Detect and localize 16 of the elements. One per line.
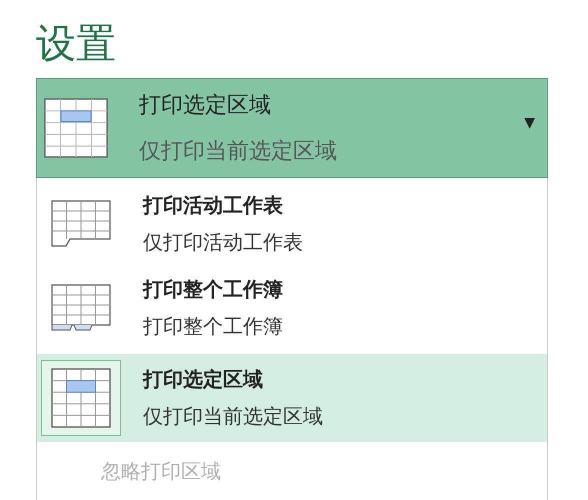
dropdown-subtitle: 仅打印当前选定区域 <box>139 138 337 166</box>
option-title: 打印选定区域 <box>143 366 263 393</box>
option-description: 仅打印当前选定区域 <box>143 403 323 430</box>
spreadsheet-selection-icon <box>43 98 109 158</box>
option-title: 打印整个工作簿 <box>143 276 283 303</box>
spreadsheet-selection-icon <box>50 367 112 429</box>
section-heading: 设置 <box>36 20 116 69</box>
menu-option[interactable]: 打印活动工作表 仅打印活动工作表 <box>37 182 547 266</box>
option-description: 仅打印活动工作表 <box>143 229 303 256</box>
option-title: 打印活动工作表 <box>143 192 283 219</box>
menu-option[interactable]: 打印选定区域 仅打印当前选定区域 <box>37 354 547 442</box>
option-description: 打印整个工作簿 <box>143 313 283 340</box>
dropdown-title: 打印选定区域 <box>139 92 271 120</box>
print-range-dropdown[interactable]: 打印选定区域 仅打印当前选定区域 ▼ <box>36 78 548 178</box>
caret-icon: ▼ <box>524 115 535 131</box>
menu-option[interactable]: 打印整个工作簿 打印整个工作簿 <box>37 266 547 350</box>
